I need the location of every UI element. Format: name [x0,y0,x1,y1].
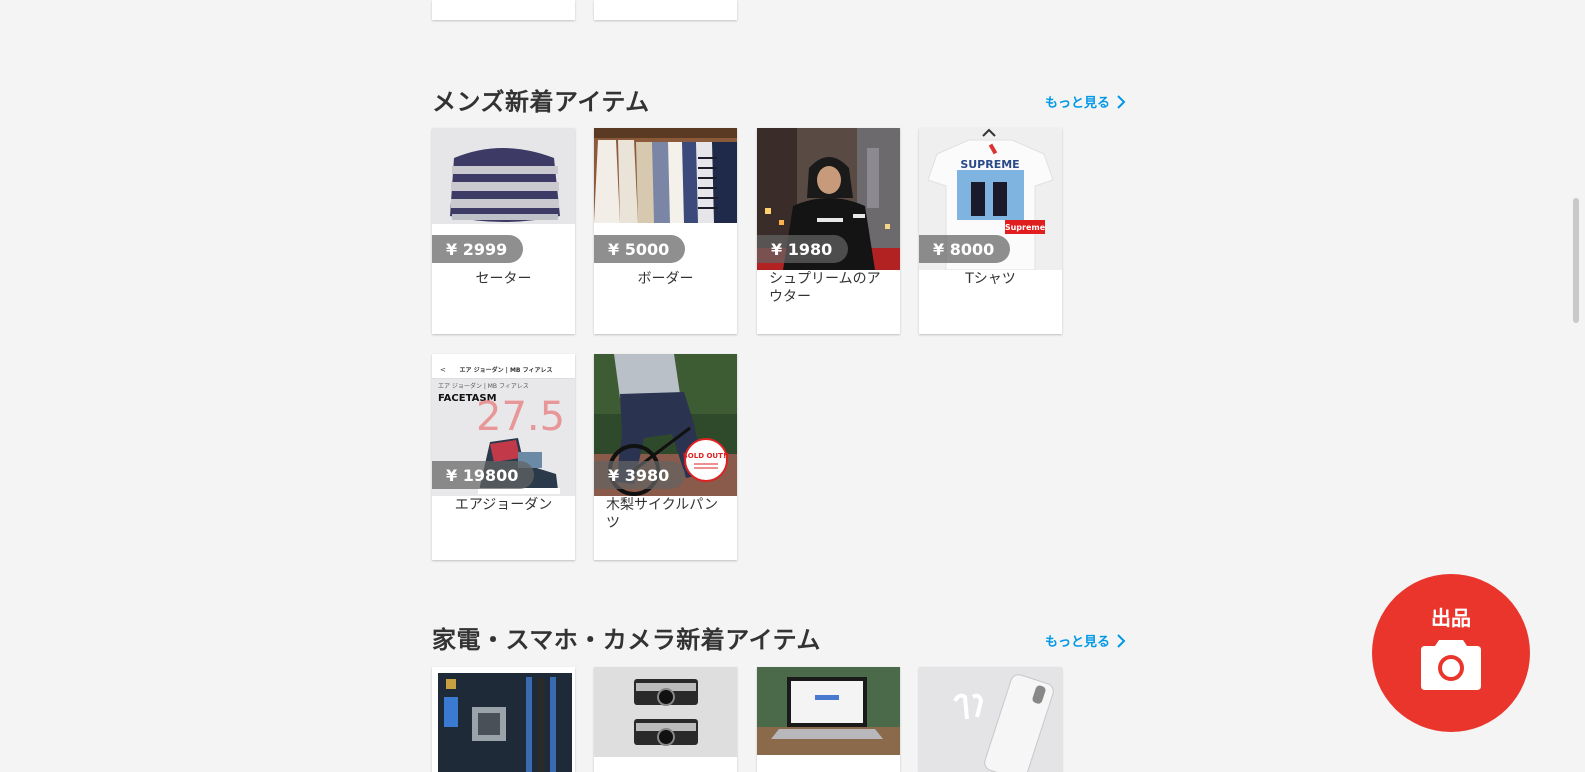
laptop-image [757,667,900,772]
chevron-right-icon [1117,94,1126,109]
app-subtitle: エア ジョーダン | MB フィアレス [438,382,529,390]
film-camera-image [594,667,737,772]
item-card[interactable] [757,667,900,772]
see-more-label: もっと見る [1044,635,1110,650]
item-card[interactable]: SUPREME Supreme ¥ 8000 Tシャツ [919,128,1062,334]
camera-icon [1421,640,1481,690]
price-badge: ¥ 1980 [757,235,849,263]
handwritten-size: 27.5 [476,394,565,440]
item-card[interactable]: ¥ 1980 シュプリームのアウター [757,128,900,334]
sold-out-stamp: SOLD OUT!! [683,452,730,460]
section-title: メンズ新着アイテム [432,88,650,116]
see-more-link[interactable]: もっと見る [1045,92,1126,111]
section-title: 家電・スマホ・カメラ新着アイテム [432,626,821,654]
price-badge: ¥ 2999 [432,235,524,263]
scrollbar[interactable] [1567,0,1585,772]
app-bar-title: エア ジョーダン | MB フィアレス [460,366,553,374]
item-name: Tシャツ [965,271,1016,287]
print-text: SUPREME [960,158,1019,171]
sell-button[interactable]: 出品 [1372,574,1530,732]
chevron-right-icon [1117,633,1126,648]
item-name: エアジョーダン [454,497,553,513]
item-name: ボーダー [637,271,694,287]
item-name: 木梨サイクルパンツ [606,497,718,531]
logo-text: Supreme [1005,223,1046,232]
item-card[interactable] [432,667,575,772]
item-card-partial[interactable] [432,0,575,20]
sell-button-label: 出品 [1431,606,1471,630]
item-card[interactable] [594,667,737,772]
item-card[interactable]: < エア ジョーダン | MB フィアレス エア ジョーダン | MB フィアレ… [432,354,575,560]
svg-text:<: < [440,366,446,374]
price-badge: ¥ 5000 [594,235,686,263]
motherboard-image [432,667,575,772]
item-card[interactable]: SOLD OUT!! ¥ 3980 木梨サイクルパンツ [594,354,737,560]
item-card-partial[interactable] [594,0,737,20]
item-name: セーター [475,271,532,287]
price-badge: ¥ 8000 [919,235,1011,263]
scrollbar-thumb[interactable] [1573,198,1579,323]
smartphone-image [919,667,1062,772]
item-card[interactable] [919,667,1062,772]
see-more-label: もっと見る [1044,96,1110,111]
item-name: シュプリームのアウター [769,271,881,305]
item-card[interactable]: ¥ 5000 ボーダー [594,128,737,334]
item-card[interactable]: ¥ 2999 セーター [432,128,575,334]
see-more-link[interactable]: もっと見る [1045,631,1126,650]
price-badge: ¥ 3980 [594,461,686,489]
price-badge: ¥ 19800 [432,461,535,489]
